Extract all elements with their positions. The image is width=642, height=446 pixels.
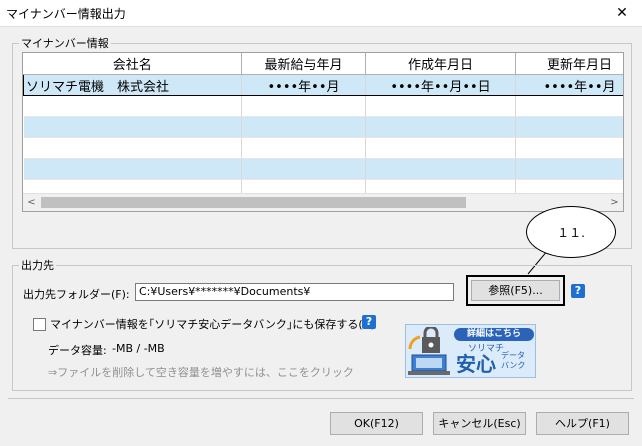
banner-small-text-1: データ bbox=[501, 351, 525, 360]
cell-created: ••••年••月••日 bbox=[365, 74, 516, 96]
browse-button[interactable]: 参照(F5)... bbox=[471, 280, 560, 301]
table-row[interactable] bbox=[23, 95, 623, 117]
capacity-label: データ容量: bbox=[48, 344, 107, 357]
cell-latest-salary: ••••年••月 bbox=[241, 74, 366, 96]
table-row[interactable] bbox=[23, 158, 623, 180]
cell-company: ソリマチ電機 株式会社 bbox=[23, 74, 242, 96]
mynumber-info-legend: マイナンバー情報 bbox=[21, 37, 109, 50]
databank-help-icon[interactable]: ? bbox=[362, 315, 376, 329]
title-bar: マイナンバー情報出力 ✕ bbox=[0, 0, 642, 27]
table-row[interactable] bbox=[23, 116, 623, 138]
output-destination-legend: 出力先 bbox=[21, 259, 54, 272]
capacity-value: -MB / -MB bbox=[112, 342, 165, 355]
folder-label: 出力先フォルダー(F): bbox=[23, 288, 130, 301]
scroll-thumb[interactable] bbox=[41, 197, 466, 208]
help-button[interactable]: ヘルプ(F1) bbox=[536, 412, 629, 435]
grid-header: 会社名 最新給与年月 作成年月日 更新年月日 bbox=[23, 53, 623, 75]
ok-button[interactable]: OK(F12) bbox=[330, 412, 423, 435]
banner-small-text-2: バンク bbox=[501, 361, 526, 370]
banner-main-text: 安心 bbox=[456, 352, 496, 376]
table-row[interactable]: ソリマチ電機 株式会社 ••••年••月 ••••年••月••日 ••••年••… bbox=[23, 74, 623, 96]
folder-path-input[interactable]: C:¥Users¥*******¥Documents¥ bbox=[135, 283, 454, 301]
save-to-databank-label[interactable]: マイナンバー情報を｢ソリマチ安心データバンク｣にも保存する(U) bbox=[50, 316, 375, 332]
column-header-company[interactable]: 会社名 bbox=[23, 53, 242, 75]
browse-highlight: 参照(F5)... bbox=[466, 275, 565, 306]
column-header-latest-salary[interactable]: 最新給与年月 bbox=[241, 53, 366, 75]
column-header-updated[interactable]: 更新年月日 bbox=[515, 53, 623, 75]
save-to-databank-checkbox[interactable] bbox=[33, 318, 46, 331]
company-grid[interactable]: 会社名 最新給与年月 作成年月日 更新年月日 ソリマチ電機 株式会社 ••••年… bbox=[22, 52, 624, 212]
window-title: マイナンバー情報出力 bbox=[6, 7, 126, 21]
callout-text: １１. bbox=[557, 226, 585, 240]
help-icon[interactable]: ? bbox=[571, 284, 585, 298]
cancel-button[interactable]: キャンセル(Esc) bbox=[433, 412, 526, 435]
column-header-created[interactable]: 作成年月日 bbox=[365, 53, 516, 75]
close-icon[interactable]: ✕ bbox=[602, 0, 642, 26]
banner-detail-pill: 詳細はこちら bbox=[454, 328, 534, 341]
laptop-lock-icon bbox=[408, 327, 450, 375]
databank-banner[interactable]: 詳細はこちら ソリマチ 安心 データ バンク bbox=[405, 324, 536, 378]
table-row[interactable] bbox=[23, 137, 623, 159]
scroll-left-icon[interactable]: < bbox=[23, 194, 40, 211]
callout-bubble: １１. bbox=[526, 206, 616, 275]
cell-updated: ••••年••月 bbox=[515, 74, 623, 96]
delete-files-link[interactable]: ⇒ファイルを削除して空き容量を増やすには、ここをクリック bbox=[48, 364, 354, 380]
footer-divider bbox=[8, 398, 634, 399]
